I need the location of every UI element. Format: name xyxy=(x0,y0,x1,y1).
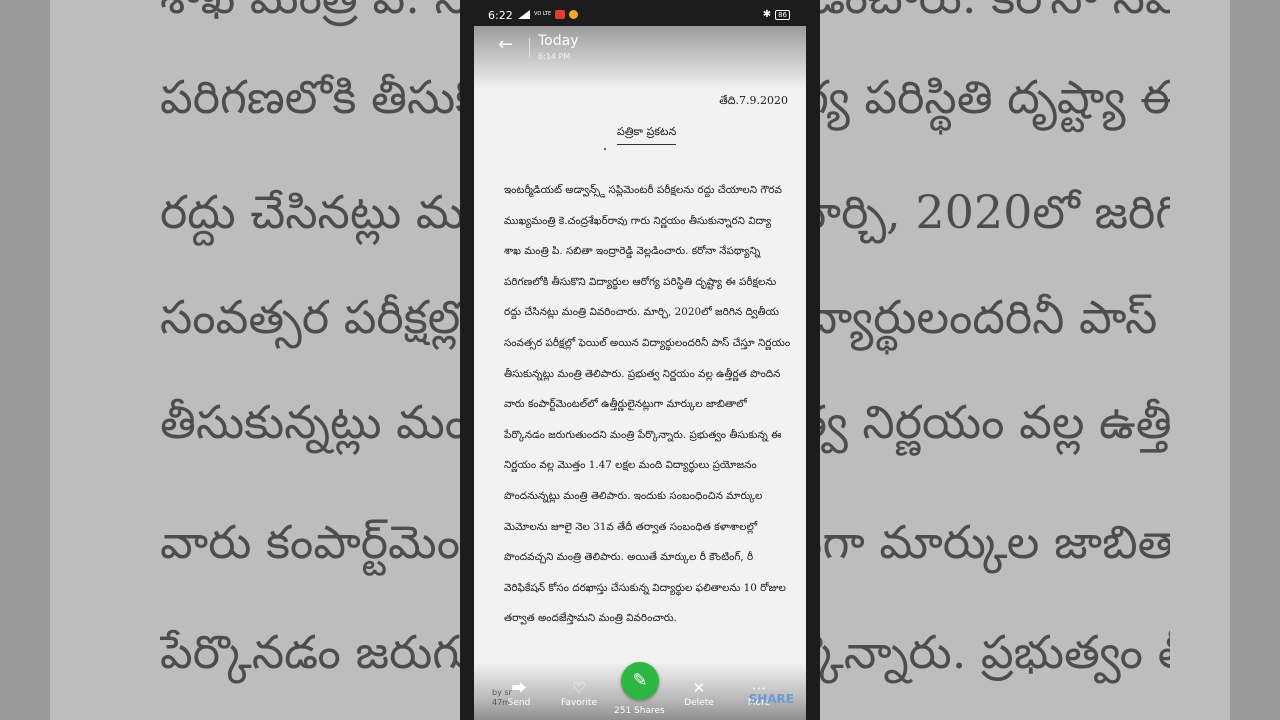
document-date: తేది.7.9.2020 xyxy=(719,94,788,107)
notification-icon xyxy=(555,10,566,19)
paragraph-line: తర్వాత అందజేస్తామని మంత్రి వివరించారు. xyxy=(504,612,677,625)
paragraph-line: మెమోలను జూలై నెల 31వ తేదీ తర్వాత సంబంధిత… xyxy=(504,520,758,533)
paragraph-line: తీసుకున్నట్లు మంత్రి తెలిపారు. ప్రభుత్వ … xyxy=(504,367,781,380)
paragraph-line: నిర్ణయం వల్ల మొత్తం 1.47 లక్షల మంది విద్… xyxy=(504,459,757,472)
phone-screen: 6:22 VO LTE ✱ 86 ← Today 6:14 PM తేది.7.… xyxy=(460,0,820,720)
share-count: 251 Shares xyxy=(614,706,665,716)
bluetooth-icon: ✱ xyxy=(762,9,772,20)
delete-button[interactable]: ✕ Delete xyxy=(674,680,724,708)
paragraph-line: పరిగణలోకి తీసుకొని విద్యార్థుల ఆరోగ్య పర… xyxy=(504,275,777,288)
paragraph-line: వెరిఫికేషన్ కోసం దరఖాస్తు చేసుకున్న విద్… xyxy=(504,581,786,594)
send-label: Send xyxy=(507,698,531,708)
share-link[interactable]: SHARE xyxy=(749,692,794,706)
send-button[interactable]: ⮕ Send xyxy=(494,680,544,708)
whatsapp-share-button[interactable]: ✎ xyxy=(621,662,659,700)
favorite-label: Favorite xyxy=(561,698,597,708)
header-divider xyxy=(529,38,530,58)
paragraph-line: పేర్కొనడం జరుగుతుందని మంత్రి పేర్కొన్నార… xyxy=(504,428,782,441)
back-arrow-icon[interactable]: ← xyxy=(498,36,516,54)
paragraph-line: పొందనున్నట్లు మంత్రి తెలిపారు. ఇందుకు సం… xyxy=(504,489,763,502)
header-subtitle: 6:14 PM xyxy=(538,52,571,61)
volte-label: VO LTE xyxy=(534,11,552,17)
favorite-button[interactable]: ♡ Favorite xyxy=(554,680,604,708)
paragraph-line: శాఖ మంత్రి పి. సబితా ఇంద్రారెడ్డి వెల్లడ… xyxy=(504,245,761,258)
ink-dot xyxy=(604,148,606,150)
paragraph-line: సంవత్సర పరీక్షల్లో ఫెయిల్ అయిన విద్యార్థ… xyxy=(504,336,790,349)
trash-icon: ✕ xyxy=(692,679,706,697)
paragraph-line: ఇంటర్మీడియట్ అడ్వాన్స్డ్ సప్లిమెంటరీ పరీ… xyxy=(504,184,782,196)
status-bar: 6:22 VO LTE ✱ 86 xyxy=(460,0,820,26)
status-icons-right: ✱ 86 xyxy=(763,10,790,20)
document-title: పత్రికా ప్రకటన xyxy=(617,125,677,145)
share-nodes-icon: ⮕ xyxy=(511,679,527,697)
paragraph-line: రద్దు చేసినట్లు మంత్రి వివరించారు. మార్చ… xyxy=(504,306,779,319)
whatsapp-icon: ✎ xyxy=(632,670,648,691)
app-notification-icon xyxy=(569,10,579,19)
document-image: తేది.7.9.2020 పత్రికా ప్రకటన ఇంటర్మీడియట… xyxy=(474,90,806,720)
status-time: 6:22 xyxy=(488,9,513,22)
battery-icon: 86 xyxy=(775,10,790,20)
document-paragraph: ఇంటర్మీడియట్ అడ్వాన్స్డ్ సప్లిమెంటరీ పరీ… xyxy=(504,183,790,642)
delete-label: Delete xyxy=(684,698,714,708)
paragraph-line: వారు కంపార్ట్‌మెంటల్‌లో ఉత్తీర్ణులైనట్లు… xyxy=(504,398,747,411)
image-viewer: ← Today 6:14 PM తేది.7.9.2020 పత్రికా ప్… xyxy=(474,26,806,720)
paragraph-line: పొందవచ్చని మంత్రి తెలిపారు. అయితే మార్కు… xyxy=(504,551,754,564)
header-title: Today xyxy=(538,33,579,49)
bottom-toolbar: by sr 47m ⮕ Send ♡ Favorite ✎ 251 Shares… xyxy=(474,662,806,720)
status-icons: VO LTE xyxy=(518,10,579,19)
signal-icon xyxy=(518,10,530,19)
heart-icon: ♡ xyxy=(572,679,586,697)
viewer-header: ← Today 6:14 PM xyxy=(474,26,806,90)
paragraph-line: ముఖ్యమంత్రి కె.చంద్రశేఖర్‌రావు గారు నిర్… xyxy=(504,214,772,227)
